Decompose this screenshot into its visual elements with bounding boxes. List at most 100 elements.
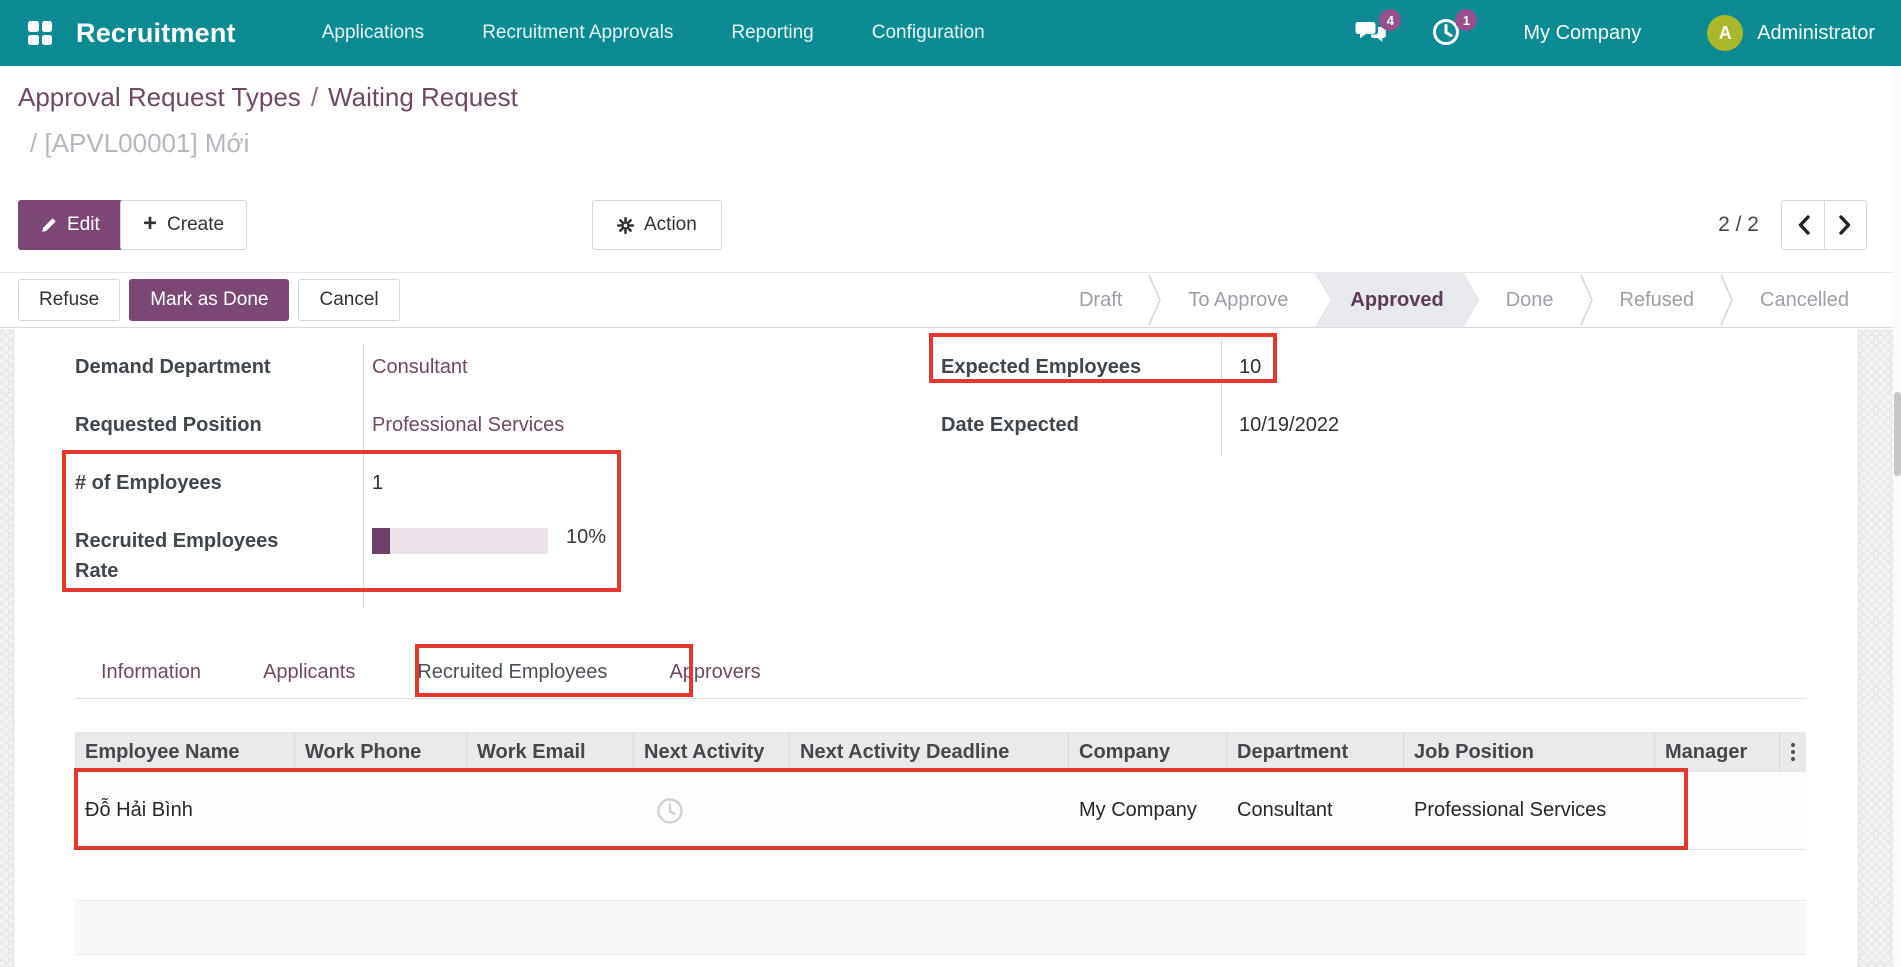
field-value-date-expected: 10/19/2022	[1239, 410, 1339, 440]
plus-icon: +	[143, 212, 157, 236]
stage-refused[interactable]: Refused	[1594, 273, 1721, 327]
breadcrumb-separator: /	[301, 82, 328, 112]
create-button-label: Create	[167, 214, 224, 236]
col-header-employee-name[interactable]: Employee Name	[75, 732, 295, 772]
col-header-work-phone[interactable]: Work Phone	[295, 732, 467, 772]
col-header-job-position[interactable]: Job Position	[1404, 732, 1655, 772]
field-label-expected-employees: Expected Employees	[941, 352, 1206, 382]
pager: 2 / 2	[1718, 200, 1867, 250]
gear-icon	[617, 217, 634, 234]
messages-badge: 4	[1379, 9, 1401, 31]
nav-item-applications[interactable]: Applications	[322, 22, 424, 44]
sheet-left-margin	[0, 329, 14, 967]
stage-to-approve[interactable]: To Approve	[1162, 273, 1314, 327]
pager-counter: 2 / 2	[1718, 213, 1759, 237]
user-menu[interactable]: Administrator	[1757, 22, 1875, 45]
stage-draft[interactable]: Draft	[1053, 273, 1148, 327]
top-navbar: Recruitment Applications Recruitment App…	[0, 0, 1901, 66]
vertical-scrollbar[interactable]	[1893, 66, 1901, 967]
breadcrumb-parent[interactable]: Approval Request Types	[18, 82, 301, 112]
tab-approvers[interactable]: Approvers	[669, 661, 760, 684]
tabs-underline	[75, 698, 1806, 699]
empty-table-row	[75, 851, 1806, 901]
systray: 4 1 My Company A Administrator	[1355, 15, 1875, 51]
cell-next-activity-deadline	[790, 772, 1069, 849]
kebab-icon[interactable]	[1780, 743, 1806, 761]
cancel-button[interactable]: Cancel	[298, 279, 399, 321]
app-brand[interactable]: Recruitment	[76, 18, 236, 49]
scrollbar-thumb[interactable]	[1894, 392, 1901, 476]
cell-manager	[1655, 772, 1780, 849]
tab-recruited-employees[interactable]: Recruited Employees	[417, 661, 607, 684]
tab-information[interactable]: Information	[101, 661, 201, 684]
apps-grid-icon[interactable]	[28, 21, 52, 45]
recruited-rate-percent: 10%	[566, 526, 606, 549]
sheet-right-margin	[1858, 329, 1893, 967]
edit-button-label: Edit	[67, 214, 100, 236]
table-row[interactable]: Đỗ Hải Bình My Company Consultant Profes…	[75, 772, 1806, 850]
table-header-row: Employee Name Work Phone Work Email Next…	[75, 732, 1806, 772]
action-button[interactable]: Action	[592, 200, 722, 250]
cell-work-email	[467, 772, 634, 849]
mark-as-done-button[interactable]: Mark as Done	[129, 279, 289, 321]
clock-icon[interactable]	[656, 797, 684, 825]
cell-department: Consultant	[1227, 772, 1404, 849]
col-header-next-activity[interactable]: Next Activity	[634, 732, 790, 772]
action-button-label: Action	[644, 214, 697, 236]
screen: Recruitment Applications Recruitment App…	[0, 0, 1901, 967]
statusbar-buttons: Refuse Mark as Done Cancel	[18, 279, 400, 321]
cell-next-activity	[634, 772, 790, 849]
chevron-left-icon	[1797, 215, 1810, 235]
pager-next-button[interactable]	[1824, 201, 1866, 249]
field-label-requested-position: Requested Position	[75, 410, 347, 440]
field-label-demand-department: Demand Department	[75, 352, 347, 382]
stage-cancelled[interactable]: Cancelled	[1734, 273, 1875, 327]
empty-table-row	[75, 902, 1806, 955]
edit-button[interactable]: Edit	[18, 200, 123, 250]
stage-separator-icon	[1720, 273, 1734, 327]
stage-done[interactable]: Done	[1480, 273, 1580, 327]
field-value-requested-position[interactable]: Professional Services	[372, 410, 564, 440]
field-value-demand-department[interactable]: Consultant	[372, 352, 468, 382]
cell-company: My Company	[1069, 772, 1227, 849]
pager-buttons	[1781, 200, 1867, 250]
recruited-rate-progress-fill	[372, 528, 390, 554]
field-label-date-expected: Date Expected	[941, 410, 1206, 440]
nav-item-reporting[interactable]: Reporting	[731, 22, 813, 44]
nav-menu: Applications Recruitment Approvals Repor…	[322, 22, 985, 44]
stage-approved[interactable]: Approved	[1314, 273, 1479, 327]
activities-icon[interactable]: 1	[1431, 17, 1465, 49]
col-header-manager[interactable]: Manager	[1655, 732, 1780, 772]
breadcrumb: Approval Request Types/Waiting Request	[18, 82, 518, 113]
breadcrumb-current: / [APVL00001] Mới	[30, 128, 249, 159]
refuse-button[interactable]: Refuse	[18, 279, 120, 321]
status-bar: Refuse Mark as Done Cancel Draft To Appr…	[0, 272, 1901, 328]
cell-employee-name: Đỗ Hải Bình	[75, 772, 295, 849]
pager-previous-button[interactable]	[1782, 201, 1824, 249]
tab-applicants[interactable]: Applicants	[263, 661, 355, 684]
avatar[interactable]: A	[1707, 15, 1743, 51]
label-column-separator	[363, 344, 364, 608]
stage-separator-icon	[1580, 273, 1594, 327]
cell-options	[1780, 772, 1806, 849]
col-header-department[interactable]: Department	[1227, 732, 1404, 772]
notebook-tabs: Information Applicants Recruited Employe…	[101, 646, 761, 698]
nav-item-configuration[interactable]: Configuration	[872, 22, 985, 44]
field-value-expected-employees: 10	[1239, 352, 1261, 382]
activities-badge: 1	[1455, 9, 1477, 31]
company-switcher[interactable]: My Company	[1523, 22, 1641, 45]
create-button[interactable]: + Create	[120, 200, 247, 250]
cell-job-position: Professional Services	[1404, 772, 1655, 849]
breadcrumb-list[interactable]: Waiting Request	[328, 82, 518, 112]
field-label-recruited-rate: Recruited Employees Rate	[75, 526, 315, 586]
col-header-next-activity-deadline[interactable]: Next Activity Deadline	[790, 732, 1069, 772]
cell-work-phone	[295, 772, 467, 849]
stage-separator-icon	[1148, 273, 1162, 327]
field-value-num-employees: 1	[372, 468, 383, 498]
col-header-company[interactable]: Company	[1069, 732, 1227, 772]
nav-item-recruitment-approvals[interactable]: Recruitment Approvals	[482, 22, 673, 44]
column-options-cell	[1780, 732, 1806, 772]
messages-icon[interactable]: 4	[1355, 17, 1389, 49]
recruited-rate-progressbar	[372, 528, 548, 554]
col-header-work-email[interactable]: Work Email	[467, 732, 634, 772]
